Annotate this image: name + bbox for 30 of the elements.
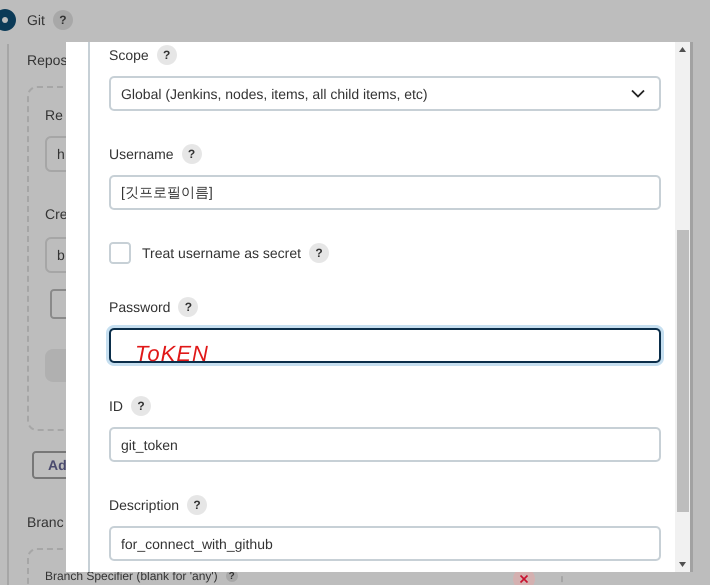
help-button[interactable]: ?	[131, 396, 151, 416]
repositories-label: Repos	[27, 51, 68, 69]
radio-button[interactable]	[0, 9, 16, 31]
repository-url-label: Re	[45, 106, 63, 124]
text-field[interactable]: git_token	[109, 427, 661, 462]
annotation-text: ToKEN	[135, 342, 209, 366]
checkbox[interactable]	[109, 242, 131, 264]
git-label: Git	[27, 11, 45, 29]
branch-specifier-label: Branch Specifier (blank for 'any')	[45, 570, 218, 582]
field-label: ID	[109, 398, 123, 414]
field-label: Scope	[109, 47, 149, 63]
field-label: Username	[109, 146, 174, 162]
chevron-down-icon	[631, 89, 645, 98]
help-button[interactable]: ?	[182, 144, 202, 164]
help-button[interactable]: ?	[187, 495, 208, 515]
help-button[interactable]: ?	[156, 45, 177, 65]
scrollbar[interactable]	[675, 42, 690, 572]
help-button[interactable]: ?	[178, 297, 198, 317]
branches-label: Branc	[27, 513, 64, 531]
checkbox-label: Treat username as secret	[142, 245, 301, 261]
scope-dropdown[interactable]: Global (Jenkins, nodes, items, all child items, etc)	[109, 76, 661, 111]
password-field[interactable]	[109, 328, 661, 363]
text-field[interactable]: for_connect_with_github	[109, 526, 661, 561]
help-button[interactable]: ?	[309, 243, 329, 263]
credentials-label: Cre	[45, 205, 68, 223]
field-label: Password	[109, 299, 170, 315]
help-button[interactable]: ?	[52, 10, 73, 30]
scrollbar-thumb[interactable]	[677, 230, 689, 512]
text-field[interactable]: [깃프로필이름]	[109, 175, 661, 210]
field-label: Description	[109, 497, 180, 513]
